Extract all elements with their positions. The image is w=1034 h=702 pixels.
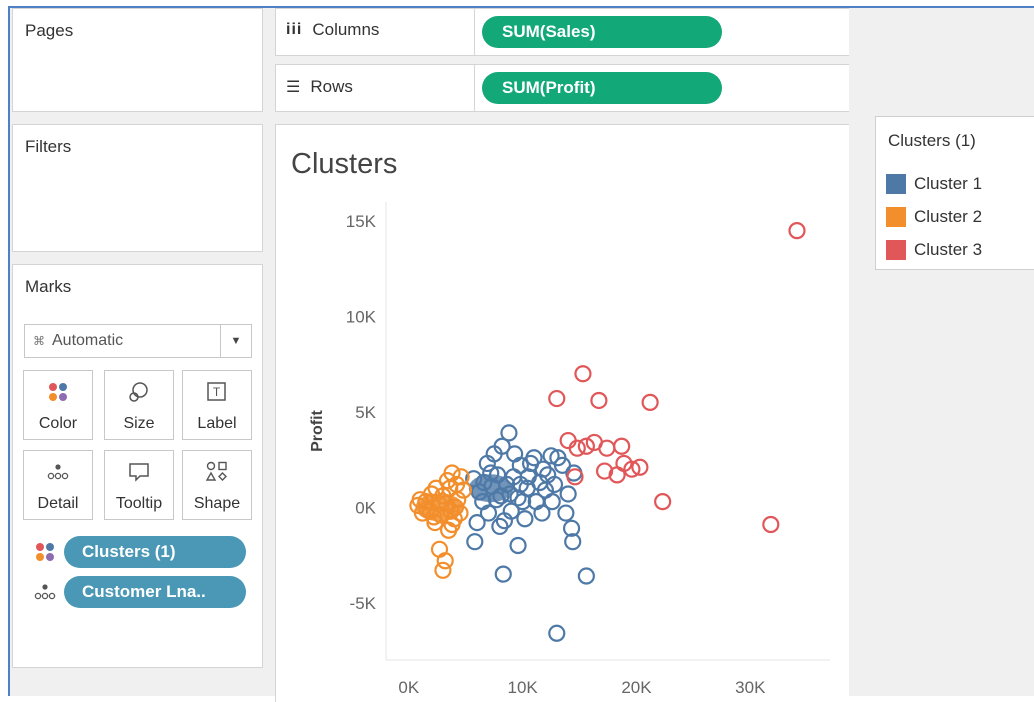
svg-text:T: T — [213, 385, 221, 399]
legend-item-label: Cluster 2 — [914, 207, 983, 226]
legend-item[interactable]: Cluster 3 — [886, 240, 982, 260]
rows-label-text: Rows — [310, 77, 353, 96]
clusters-legend: Clusters (1) Cluster 1 Cluster 2 Cluster… — [875, 116, 1034, 270]
marks-card-label: Marks — [25, 277, 72, 296]
color-button-label: Color — [38, 415, 78, 432]
rows-shelf-label: ☰ Rows — [286, 77, 353, 97]
size-button-label: Size — [123, 415, 155, 432]
label-button-label: Label — [197, 415, 237, 432]
mark-type-icon: ⌘ — [33, 334, 45, 348]
tooltip-icon — [105, 459, 173, 485]
legend-title: Clusters (1) — [888, 131, 976, 150]
customer-field-label: Customer Lna.. — [82, 582, 206, 601]
shape-button[interactable]: Shape — [182, 450, 252, 520]
customer-field-pill[interactable]: Customer Lna.. — [64, 576, 246, 608]
sales-pill[interactable]: SUM(Sales) — [482, 16, 722, 48]
sales-pill-label: SUM(Sales) — [502, 22, 596, 41]
clusters-field-pill[interactable]: Clusters (1) — [64, 536, 246, 568]
chevron-down-icon[interactable]: ▼ — [220, 325, 251, 357]
tooltip-button[interactable]: Tooltip — [104, 450, 174, 520]
chart-title: Clusters — [291, 148, 398, 180]
view-canvas — [275, 124, 849, 702]
legend-item-label: Cluster 3 — [914, 240, 983, 259]
shape-button-label: Shape — [193, 495, 241, 512]
columns-icon: iii — [286, 21, 303, 38]
mark-type-dropdown[interactable]: ⌘ Automatic ▼ — [24, 324, 252, 358]
legend-item[interactable]: Cluster 2 — [886, 207, 982, 227]
shapes-icon — [183, 459, 251, 485]
filters-shelf[interactable]: Filters — [12, 124, 263, 252]
legend-swatch — [886, 174, 906, 194]
text-label-icon: T — [183, 379, 251, 405]
columns-shelf-label: iii Columns — [286, 20, 379, 40]
legend-swatch — [886, 240, 906, 260]
detail-button-label: Detail — [37, 495, 79, 512]
label-button[interactable]: T Label — [182, 370, 252, 440]
size-button[interactable]: Size — [104, 370, 174, 440]
color-button[interactable]: Color — [23, 370, 93, 440]
color-palette-icon — [24, 379, 92, 405]
tooltip-button-label: Tooltip — [115, 495, 163, 512]
filters-shelf-label: Filters — [25, 137, 72, 156]
detail-icon — [24, 459, 92, 485]
size-icon — [105, 379, 173, 405]
pages-shelf-label: Pages — [25, 21, 74, 40]
pages-shelf[interactable]: Pages — [12, 8, 263, 112]
clusters-field-label: Clusters (1) — [82, 542, 176, 561]
mark-type-value: Automatic — [52, 332, 124, 349]
legend-item[interactable]: Cluster 1 — [886, 174, 982, 194]
columns-label-text: Columns — [312, 20, 380, 39]
rows-icon: ☰ — [286, 79, 301, 96]
color-palette-icon — [34, 541, 56, 568]
detail-button[interactable]: Detail — [23, 450, 93, 520]
profit-pill-label: SUM(Profit) — [502, 78, 596, 97]
detail-icon — [34, 581, 56, 608]
profit-pill[interactable]: SUM(Profit) — [482, 72, 722, 104]
legend-item-label: Cluster 1 — [914, 174, 983, 193]
legend-swatch — [886, 207, 906, 227]
